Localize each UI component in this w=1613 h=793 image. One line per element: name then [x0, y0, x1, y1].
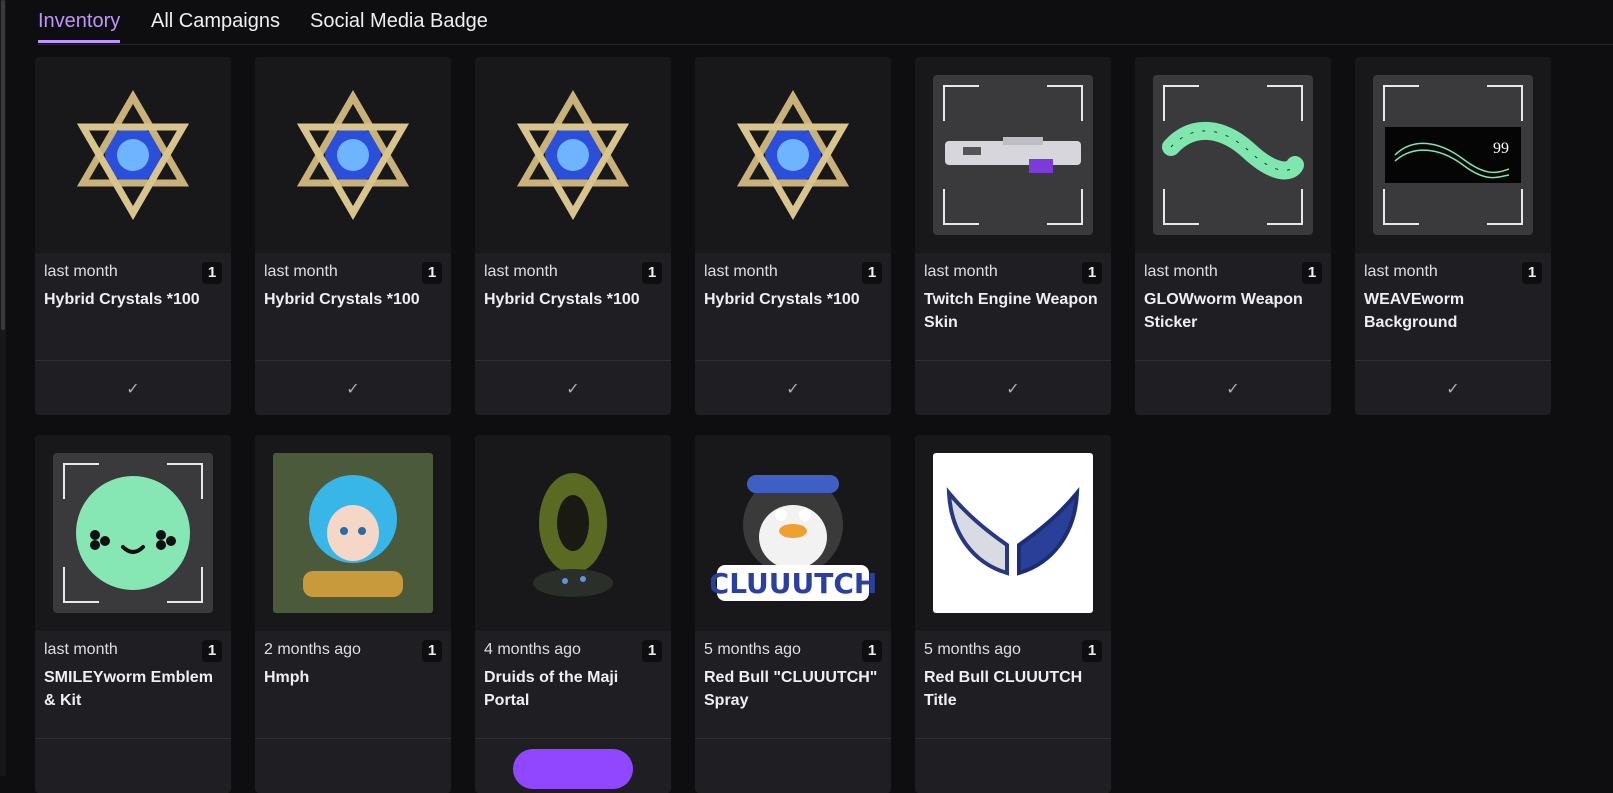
claimed-time: 4 months ago	[484, 641, 581, 658]
claim-button[interactable]	[513, 749, 633, 789]
portal-icon	[533, 473, 613, 597]
scrollbar[interactable]	[0, 0, 6, 776]
item-count-badge: 1	[1082, 262, 1102, 284]
item-name: Hybrid Crystals *100	[704, 291, 860, 308]
crystal-star-icon	[695, 57, 891, 253]
item-name: SMILEYworm Emblem & Kit	[44, 669, 213, 709]
character-portrait-icon	[273, 453, 433, 613]
inventory-card: 2 months ago 1 Hmph	[255, 435, 451, 793]
inventory-card: CLUUUTCH 5 months ago 1 Red Bull "CLUUUT…	[695, 435, 891, 793]
item-name: Hybrid Crystals *100	[264, 291, 420, 308]
item-count-badge: 1	[422, 262, 442, 284]
item-name: Hybrid Crystals *100	[44, 291, 200, 308]
smiley-icon	[53, 453, 213, 613]
crystal-star-icon	[255, 57, 451, 253]
claimed-time: last month	[44, 263, 118, 280]
crystal-star-icon	[35, 57, 231, 253]
glowworm-icon	[1153, 75, 1313, 235]
checkmark-icon: ✓	[566, 380, 580, 398]
inventory-card: last month 1 Hybrid Crystals *100 ✓	[695, 57, 891, 415]
claimed-time: 5 months ago	[704, 641, 801, 658]
inventory-card: 99 last month 1 WEAVEworm Background ✓	[1355, 57, 1551, 415]
tab-all-campaigns[interactable]: All Campaigns	[151, 10, 280, 33]
inventory-card: last month 1 Hybrid Crystals *100 ✓	[255, 57, 451, 415]
claimed-time: 5 months ago	[924, 641, 1021, 658]
claimed-status	[695, 738, 891, 793]
inventory-card: 5 months ago 1 Red Bull CLUUUTCH Title	[915, 435, 1111, 793]
item-name: Red Bull CLUUUTCH Title	[924, 669, 1083, 709]
tab-bar: Inventory All Campaigns Social Media Bad…	[38, 0, 1613, 45]
claimed-status: ✓	[1135, 360, 1331, 415]
scrollbar-thumb[interactable]	[1, 0, 5, 330]
item-count-badge: 1	[1302, 262, 1322, 284]
crystal-star-icon	[475, 57, 671, 253]
weapon-skin-icon	[933, 75, 1093, 235]
checkmark-icon: ✓	[126, 380, 140, 398]
checkmark-icon: ✓	[1006, 380, 1020, 398]
item-name: Twitch Engine Weapon Skin	[924, 291, 1098, 331]
spray-logo-text: CLUUUTCH	[711, 567, 875, 600]
claimed-status: ✓	[915, 360, 1111, 415]
tab-inventory[interactable]: Inventory	[38, 10, 121, 43]
item-name: Druids of the Maji Portal	[484, 669, 619, 709]
checkmark-icon: ✓	[1446, 380, 1460, 398]
checkmark-icon: ✓	[346, 380, 360, 398]
item-name: GLOWworm Weapon Sticker	[1144, 291, 1303, 331]
item-name: Red Bull "CLUUUTCH" Spray	[704, 669, 878, 709]
tab-social-media-badge[interactable]: Social Media Badge	[310, 10, 488, 33]
claimed-time: 2 months ago	[264, 641, 361, 658]
item-count-badge: 1	[422, 640, 442, 662]
claimed-time: last month	[704, 263, 778, 280]
item-count-badge: 1	[862, 262, 882, 284]
weaveworm-icon: 99	[1373, 75, 1533, 235]
claimed-status	[35, 738, 231, 793]
item-name: Hybrid Crystals *100	[484, 291, 640, 308]
checkmark-icon: ✓	[1226, 380, 1240, 398]
item-count-badge: 1	[642, 640, 662, 662]
penguin-spray-icon: CLUUUTCH	[711, 475, 875, 601]
inventory-card: 4 months ago 1 Druids of the Maji Portal	[475, 435, 671, 793]
item-count-badge: 1	[202, 640, 222, 662]
claimed-time: last month	[924, 263, 998, 280]
claimed-time: last month	[1364, 263, 1438, 280]
inventory-card: last month 1 Hybrid Crystals *100 ✓	[475, 57, 671, 415]
art-number: 99	[1493, 140, 1509, 157]
item-count-badge: 1	[1522, 262, 1542, 284]
claimed-time: last month	[44, 641, 118, 658]
wings-icon	[933, 453, 1093, 613]
claimed-time: last month	[264, 263, 338, 280]
claimed-status: ✓	[1355, 360, 1551, 415]
checkmark-icon: ✓	[786, 380, 800, 398]
claimed-status: ✓	[695, 360, 891, 415]
inventory-card: last month 1 SMILEYworm Emblem & Kit	[35, 435, 231, 793]
inventory-card: last month 1 Hybrid Crystals *100 ✓	[35, 57, 231, 415]
item-name: Hmph	[264, 669, 310, 686]
item-count-badge: 1	[642, 262, 662, 284]
claimed-status: ✓	[475, 360, 671, 415]
claimed-status: ✓	[35, 360, 231, 415]
claimed-time: last month	[484, 263, 558, 280]
item-count-badge: 1	[1082, 640, 1102, 662]
item-name: WEAVEworm Background	[1364, 291, 1465, 331]
inventory-card: last month 1 GLOWworm Weapon Sticker ✓	[1135, 57, 1331, 415]
item-count-badge: 1	[862, 640, 882, 662]
item-count-badge: 1	[202, 262, 222, 284]
claimed-status	[915, 738, 1111, 793]
claimed-status: ✓	[255, 360, 451, 415]
inventory-card: last month 1 Twitch Engine Weapon Skin ✓	[915, 57, 1111, 415]
claimed-time: last month	[1144, 263, 1218, 280]
claimed-status	[255, 738, 451, 793]
